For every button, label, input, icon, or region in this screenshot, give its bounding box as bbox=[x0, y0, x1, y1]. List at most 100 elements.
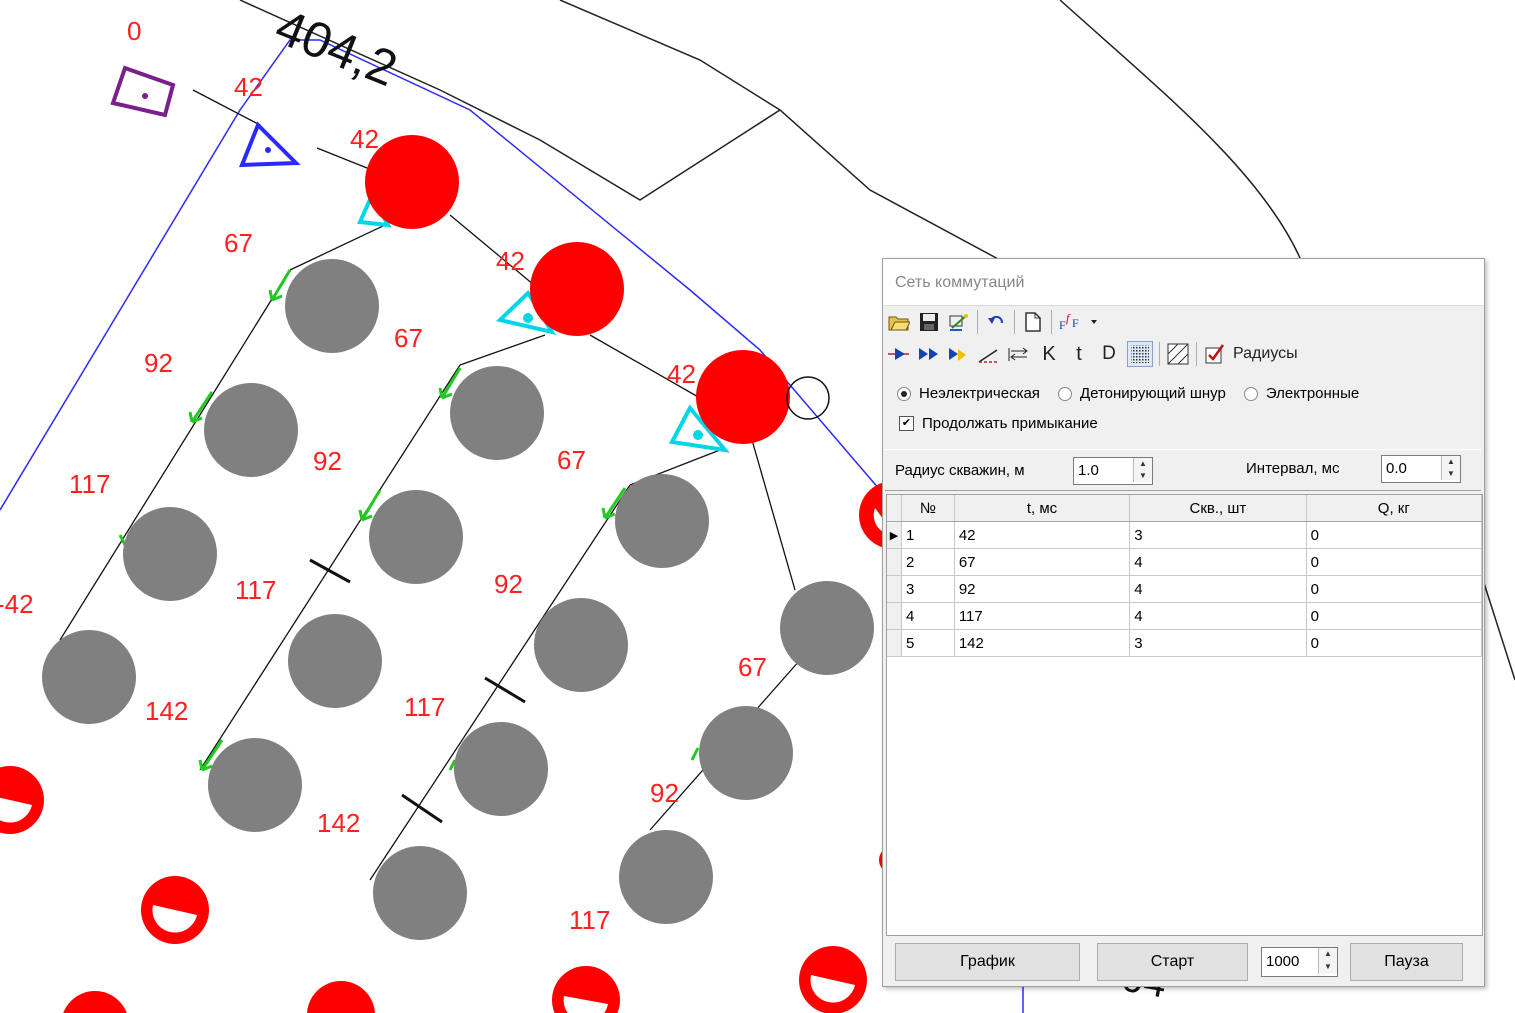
red-ring bbox=[63, 991, 127, 1013]
svg-text:f: f bbox=[1066, 312, 1071, 325]
hatch-dots-icon[interactable] bbox=[1127, 341, 1153, 367]
contour-label-top: 404,2 bbox=[268, 0, 405, 97]
svg-text:67: 67 bbox=[224, 228, 253, 258]
table-row[interactable]: 3 92 4 0 bbox=[887, 575, 1483, 603]
well bbox=[369, 490, 463, 584]
radio-electronic[interactable]: Электронные bbox=[1243, 385, 1359, 402]
tool-t-button[interactable]: t bbox=[1067, 342, 1091, 366]
svg-text:117: 117 bbox=[69, 469, 110, 499]
radius-input[interactable] bbox=[1074, 458, 1132, 482]
well bbox=[699, 706, 793, 800]
spin-down-icon: ▼ bbox=[1324, 962, 1332, 971]
interval-label: Интервал, мс bbox=[1246, 460, 1340, 477]
well bbox=[373, 846, 467, 940]
radius-label: Радиус скважин, м bbox=[895, 462, 1025, 479]
well bbox=[204, 383, 298, 477]
detonation-type-group: Неэлектрическая Детонирующий шнур Электр… bbox=[897, 385, 1377, 402]
red-charge bbox=[530, 242, 624, 336]
save-icon[interactable] bbox=[917, 310, 941, 334]
spin-down-icon: ▼ bbox=[1447, 469, 1455, 478]
svg-text:117: 117 bbox=[404, 692, 445, 722]
col-wells[interactable]: Скв., шт bbox=[1129, 495, 1307, 522]
well bbox=[619, 830, 713, 924]
table-row[interactable]: 4 117 4 0 bbox=[887, 602, 1483, 630]
spin-up-icon: ▲ bbox=[1324, 949, 1332, 958]
red-ring bbox=[0, 766, 44, 834]
svg-text:117: 117 bbox=[569, 905, 610, 935]
svg-text:92: 92 bbox=[494, 569, 523, 599]
well bbox=[450, 366, 544, 460]
green-arrow-icon bbox=[690, 747, 700, 761]
graph-button[interactable]: График bbox=[895, 943, 1080, 981]
radius-spinner[interactable]: ▲▼ bbox=[1073, 457, 1153, 485]
interval-spinner[interactable]: ▲▼ bbox=[1381, 455, 1461, 483]
svg-text:92: 92 bbox=[650, 778, 679, 808]
arrow-single-icon[interactable] bbox=[887, 342, 911, 366]
function-icon[interactable]: FfF bbox=[1058, 310, 1098, 334]
red-charges[interactable] bbox=[365, 135, 790, 444]
svg-text:142: 142 bbox=[317, 808, 360, 838]
delay-groups-table[interactable]: № t, мс Скв., шт Q, кг ▶ 1 42 3 0 2 67 4… bbox=[886, 494, 1483, 936]
arrow-double-icon[interactable] bbox=[917, 342, 941, 366]
swap-direction-icon[interactable] bbox=[1007, 342, 1031, 366]
red-ring bbox=[552, 966, 620, 1013]
radii-label[interactable]: Радиусы bbox=[1233, 345, 1298, 363]
undo-icon[interactable] bbox=[984, 310, 1008, 334]
angle-tool-icon[interactable] bbox=[977, 342, 1001, 366]
red-ring bbox=[141, 876, 209, 944]
svg-text:117: 117 bbox=[235, 575, 276, 605]
speed-spinner[interactable]: ▲▼ bbox=[1261, 947, 1338, 977]
well bbox=[42, 630, 136, 724]
well bbox=[288, 614, 382, 708]
red-ring bbox=[307, 981, 375, 1013]
settings-wand-icon[interactable] bbox=[947, 310, 971, 334]
speed-input[interactable] bbox=[1262, 948, 1317, 974]
hatch-lines-icon[interactable] bbox=[1166, 342, 1190, 366]
pause-button[interactable]: Пауза bbox=[1350, 943, 1463, 981]
well bbox=[780, 581, 874, 675]
well bbox=[534, 598, 628, 692]
svg-text:67: 67 bbox=[557, 445, 586, 475]
svg-text:42: 42 bbox=[234, 72, 263, 102]
table-row[interactable]: ▶ 1 42 3 0 bbox=[887, 521, 1483, 549]
toolbar-row-1: FfF bbox=[887, 307, 1104, 337]
col-time[interactable]: t, мс bbox=[954, 495, 1131, 522]
table-header-row: № t, мс Скв., шт Q, кг bbox=[887, 495, 1483, 522]
table-row[interactable]: 5 142 3 0 bbox=[887, 629, 1483, 657]
current-row-pointer-icon: ▶ bbox=[887, 521, 902, 549]
svg-text:42: 42 bbox=[350, 124, 379, 154]
switching-network-dialog[interactable]: Сеть коммутаций FfF K t D Радиусы Неэлек… bbox=[882, 258, 1485, 987]
svg-text:67: 67 bbox=[738, 652, 767, 682]
interval-input[interactable] bbox=[1382, 456, 1440, 480]
svg-text:92: 92 bbox=[144, 348, 173, 378]
toolbar-row-2: K t D Радиусы bbox=[887, 339, 1298, 369]
radio-nonelectric[interactable]: Неэлектрическая bbox=[897, 385, 1040, 402]
open-folder-icon[interactable] bbox=[887, 310, 911, 334]
checkbox-check-icon[interactable]: ✔ bbox=[899, 416, 914, 431]
svg-text:142: 142 bbox=[145, 696, 188, 726]
radii-check-icon[interactable] bbox=[1203, 342, 1227, 366]
col-number[interactable]: № bbox=[901, 495, 955, 522]
start-button[interactable]: Старт bbox=[1097, 943, 1248, 981]
table-row[interactable]: 2 67 4 0 bbox=[887, 548, 1483, 576]
svg-text:0: 0 bbox=[127, 16, 141, 46]
dialog-title: Сеть коммутаций bbox=[895, 274, 1025, 291]
svg-text:F: F bbox=[1059, 318, 1066, 332]
survey-marker-blue bbox=[239, 121, 301, 168]
dialog-titlebar[interactable]: Сеть коммутаций bbox=[883, 259, 1484, 306]
well bbox=[123, 507, 217, 601]
tool-k-button[interactable]: K bbox=[1037, 342, 1061, 366]
svg-text:42: 42 bbox=[496, 246, 525, 276]
red-ring bbox=[799, 946, 867, 1013]
arrow-yellow-icon[interactable] bbox=[947, 342, 971, 366]
tool-d-button[interactable]: D bbox=[1097, 342, 1121, 366]
radio-detonating-cord[interactable]: Детонирующий шнур bbox=[1057, 385, 1226, 402]
new-document-icon[interactable] bbox=[1021, 310, 1045, 334]
well bbox=[454, 722, 548, 816]
col-charge[interactable]: Q, кг bbox=[1306, 495, 1483, 522]
spin-up-icon: ▲ bbox=[1139, 459, 1147, 468]
empty-hole[interactable] bbox=[786, 376, 830, 420]
continue-adjacency-checkbox[interactable]: ✔ Продолжать примыкание bbox=[899, 415, 1098, 432]
svg-text:F: F bbox=[1072, 316, 1079, 330]
red-charge bbox=[696, 350, 790, 444]
